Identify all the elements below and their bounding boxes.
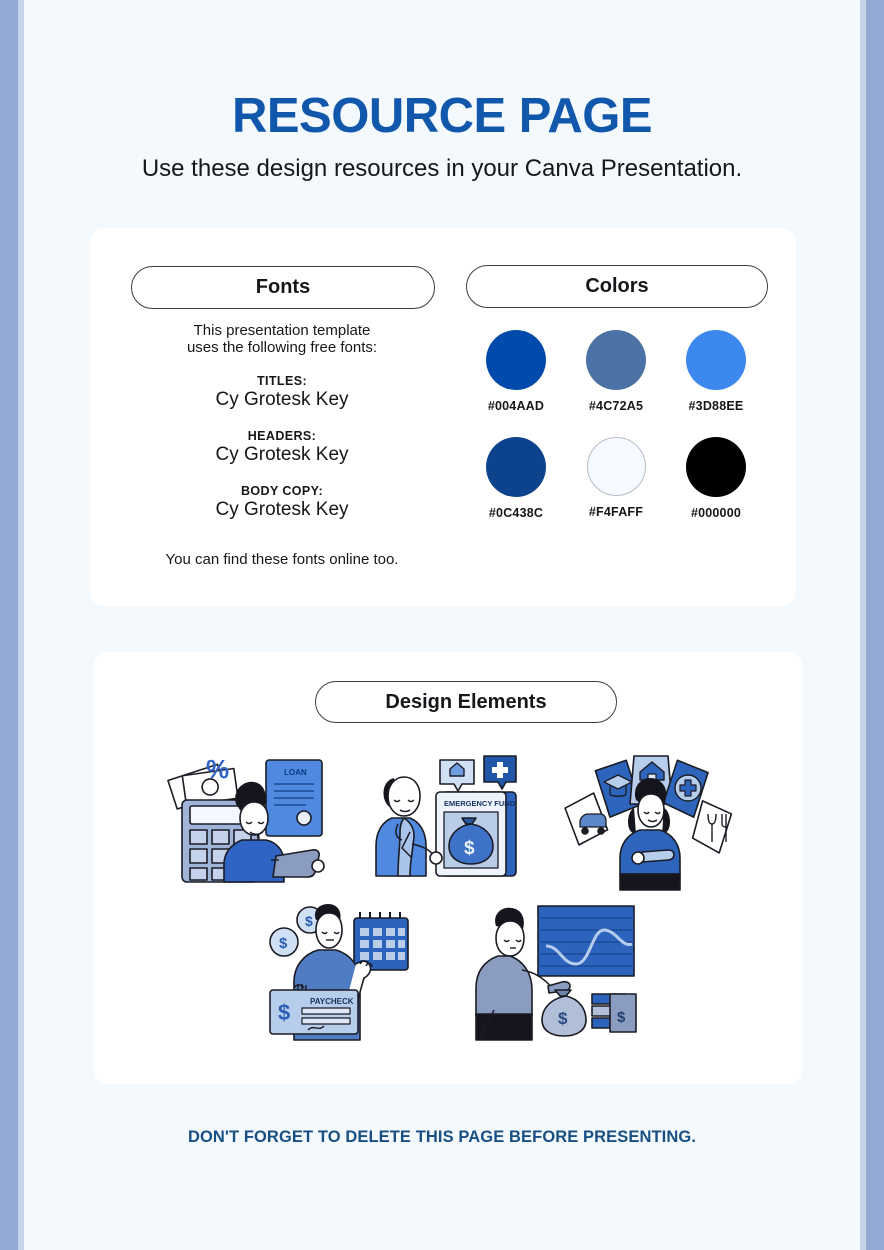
color-hex-label: #004AAD — [487, 399, 545, 413]
color-swatch: #0C438C — [466, 437, 566, 520]
svg-text:$: $ — [617, 1009, 626, 1026]
font-group-headers: HEADERS: Cy Grotesk Key — [131, 429, 433, 466]
font-name-titles: Cy Grotesk Key — [215, 389, 349, 410]
colors-section-heading: Colors — [466, 265, 768, 308]
font-name-body-copy: Cy Grotesk Key — [215, 499, 349, 520]
svg-text:$: $ — [464, 838, 475, 859]
svg-text:LOAN: LOAN — [284, 768, 307, 777]
paycheck-calendar-illustration: $ $ $ PAYCHECK — [256, 898, 436, 1043]
color-hex-label: #3D88EE — [688, 399, 744, 413]
delete-page-reminder: DON'T FORGET TO DELETE THIS PAGE BEFORE … — [187, 1128, 697, 1146]
color-dot — [586, 437, 646, 496]
page-title: RESOURCE PAGE — [231, 89, 653, 143]
font-label-headers: HEADERS: — [247, 429, 317, 443]
slide-page: RESOURCE PAGE Use these design resources… — [18, 0, 866, 1250]
color-hex-label: #4C72A5 — [588, 399, 644, 413]
color-swatch: #F4FAFF — [566, 437, 666, 520]
color-hex-label: #000000 — [690, 506, 742, 520]
svg-text:PAYCHECK: PAYCHECK — [310, 997, 354, 1006]
font-group-body-copy: BODY COPY: Cy Grotesk Key — [131, 484, 433, 521]
budget-categories-illustration — [558, 748, 738, 893]
fonts-outro-note: You can find these fonts online too. — [165, 551, 399, 568]
color-dot — [686, 330, 746, 390]
svg-text:$: $ — [558, 1009, 568, 1028]
emergency-fund-illustration: EMERGENCY FUND $ — [358, 748, 538, 893]
fonts-content: This presentation template uses the foll… — [131, 322, 433, 521]
svg-text:$: $ — [278, 1000, 290, 1025]
color-dot — [586, 330, 646, 390]
fonts-intro-line-2: uses the following free fonts: — [186, 339, 378, 356]
svg-text:$: $ — [305, 913, 313, 929]
color-hex-label: #F4FAFF — [588, 505, 644, 519]
design-elements-heading: Design Elements — [315, 681, 617, 723]
font-group-titles: TITLES: Cy Grotesk Key — [131, 374, 433, 411]
growth-chart-savings-illustration: $ $ — [460, 898, 640, 1043]
svg-text:%: % — [206, 754, 229, 784]
color-hex-label: #0C438C — [488, 506, 544, 520]
svg-text:$: $ — [279, 935, 288, 952]
page-edge-left — [0, 0, 18, 1250]
page-rim-right — [860, 0, 866, 1250]
fonts-intro-line-1: This presentation template — [193, 322, 371, 339]
fonts-section-heading: Fonts — [131, 266, 435, 309]
page-edge-right — [866, 0, 884, 1250]
color-dot — [686, 437, 746, 497]
font-name-headers: Cy Grotesk Key — [215, 444, 349, 465]
design-elements-row-2: $ $ $ PAYCHECK $ $ — [94, 898, 802, 1043]
svg-text:EMERGENCY FUND: EMERGENCY FUND — [444, 799, 516, 808]
loan-calculator-illustration: % LOAN — [158, 748, 338, 893]
color-swatch: #3D88EE — [666, 330, 766, 413]
color-dot — [486, 437, 546, 497]
color-swatch: #4C72A5 — [566, 330, 666, 413]
font-label-titles: TITLES: — [256, 374, 308, 388]
page-subtitle: Use these design resources in your Canva… — [141, 155, 743, 182]
color-swatch: #000000 — [666, 437, 766, 520]
color-swatch: #004AAD — [466, 330, 566, 413]
color-dot — [486, 330, 546, 390]
design-elements-row-1: % LOAN EMERGENCY FUND $ — [94, 748, 802, 893]
font-label-body-copy: BODY COPY: — [240, 484, 324, 498]
color-swatch-grid: #004AAD #4C72A5 #3D88EE #0C438C #F4FAFF … — [466, 330, 766, 520]
page-rim-left — [18, 0, 24, 1250]
